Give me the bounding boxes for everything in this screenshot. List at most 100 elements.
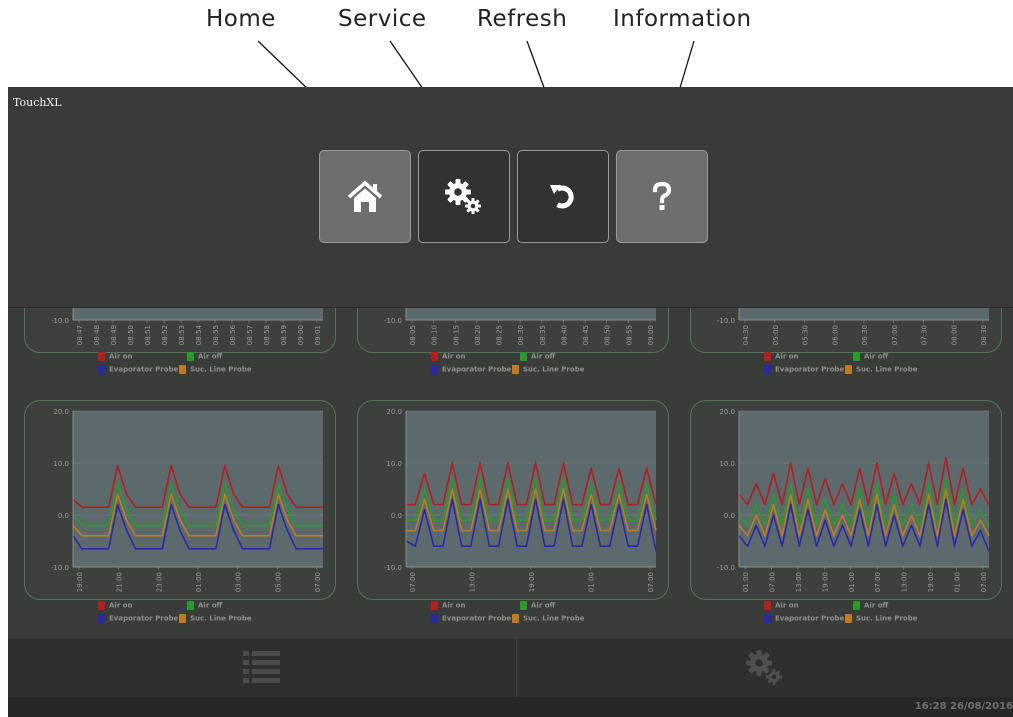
x-tick-label: 09:01 <box>314 325 322 345</box>
refresh-button[interactable] <box>517 150 609 243</box>
x-tick-label: 01:00 <box>195 572 203 592</box>
home-button[interactable] <box>319 150 411 243</box>
list-icon <box>243 651 280 683</box>
x-tick-label: 19:00 <box>76 572 84 592</box>
x-tick-label: 08:30 <box>517 325 525 345</box>
x-tick-label: 05:00 <box>772 325 780 345</box>
x-tick-label: 05:30 <box>802 325 810 345</box>
legend-air-on: Air on <box>431 352 466 361</box>
x-tick-label: 07:00 <box>891 325 899 345</box>
chart-6: 20.0 10.0 0.0 -10.0 01:00 07:00 13:00 19:00 01:0… <box>717 408 990 592</box>
y-tick-label: -10.0 <box>717 317 735 325</box>
x-tick-label: 08:25 <box>496 325 504 345</box>
chart-legend-2: Air on Air off Evaporator Probe Suc. Lin… <box>431 352 611 376</box>
service-button[interactable] <box>418 150 510 243</box>
x-tick-label: 01:00 <box>848 572 856 592</box>
x-tick-label: 09:00 <box>647 325 655 345</box>
x-tick-label: 08:49 <box>110 325 118 345</box>
x-tick-label: 08:57 <box>246 325 254 345</box>
x-tick-label: 07:00 <box>314 572 322 592</box>
gears-icon <box>746 650 782 685</box>
x-tick-label: 13:00 <box>469 572 477 592</box>
x-tick-label: 08:58 <box>263 325 271 345</box>
chart-legend-6: Air on Air off Evaporator Probe Suc. Lin… <box>764 601 944 625</box>
x-tick-label: 13:00 <box>901 572 909 592</box>
legend-air-on: Air on <box>98 601 133 610</box>
legend-air-off: Air off <box>853 352 888 361</box>
x-tick-label: 19:00 <box>528 572 536 592</box>
x-tick-label: 08:00 <box>950 325 958 345</box>
refresh-icon <box>550 184 574 208</box>
status-bar: 16:28 26/08/2016 <box>8 697 1013 717</box>
chart-5: 20.0 10.0 0.0 -10.0 07:00 13:00 19:00 01:00 07:0… <box>384 408 657 592</box>
x-tick-label: 06:30 <box>861 325 869 345</box>
x-tick-label: 08:53 <box>178 325 186 345</box>
y-tick-label: 20.0 <box>719 408 735 416</box>
x-tick-label: 01:00 <box>588 572 596 592</box>
x-tick-label: 07:00 <box>647 572 655 592</box>
x-tick-label: 07:00 <box>409 572 417 592</box>
x-tick-label: 23:00 <box>155 572 163 592</box>
y-tick-label: -10.0 <box>717 564 735 572</box>
x-tick-label: 08:55 <box>212 325 220 345</box>
x-tick-label: 21:00 <box>116 572 124 592</box>
x-tick-label: 08:15 <box>452 325 460 345</box>
y-tick-label: 10.0 <box>719 460 735 468</box>
legend-evaporator: Evaporator Probe <box>98 365 178 374</box>
x-tick-label: 08:47 <box>76 325 84 345</box>
clock: 16:28 26/08/2016 <box>914 701 1013 712</box>
legend-evaporator: Evaporator Probe <box>98 614 178 623</box>
y-tick-label: 10.0 <box>386 460 402 468</box>
bottom-nav-bar <box>8 639 1013 697</box>
chart-legend-3: Air on Air off Evaporator Probe Suc. Lin… <box>764 352 944 376</box>
x-tick-label: 19:00 <box>821 572 829 592</box>
x-tick-label: 04:30 <box>742 325 750 345</box>
chart-legend-1: Air on Air off Evaporator Probe Suc. Lin… <box>98 352 278 376</box>
legend-suction: Suc. Line Probe <box>179 614 251 623</box>
x-tick-label: 05:00 <box>274 572 282 592</box>
legend-air-off: Air off <box>187 601 222 610</box>
x-tick-label: 13:00 <box>795 572 803 592</box>
x-tick-label: 08:35 <box>539 325 547 345</box>
legend-air-on: Air on <box>764 352 799 361</box>
list-view-button[interactable] <box>8 639 516 697</box>
legend-suction: Suc. Line Probe <box>845 614 917 623</box>
x-tick-label: 08:40 <box>560 325 568 345</box>
x-tick-label: 08:54 <box>195 324 203 345</box>
x-tick-label: 08:50 <box>604 325 612 345</box>
x-tick-label: 09:00 <box>297 325 305 345</box>
y-tick-label: 20.0 <box>53 408 69 416</box>
x-tick-label: 19:00 <box>927 572 935 592</box>
device-screen: -10.0 08:47 08:48 08:49 08:50 08:51 08:52 08:53… <box>8 87 1013 717</box>
x-tick-label: 08:10 <box>431 325 439 345</box>
legend-suction: Suc. Line Probe <box>512 365 584 374</box>
x-tick-label: 08:56 <box>229 324 237 345</box>
x-tick-label: 01:00 <box>954 572 962 592</box>
x-tick-label: 08:55 <box>625 325 633 345</box>
app-title: TouchXL <box>13 96 62 109</box>
legend-air-on: Air on <box>764 601 799 610</box>
x-tick-label: 08:48 <box>93 325 101 345</box>
legend-suction: Suc. Line Probe <box>179 365 251 374</box>
legend-evaporator: Evaporator Probe <box>764 365 844 374</box>
chart-card-6[interactable]: 20.0 10.0 0.0 -10.0 01:00 07:00 13:00 19:00 01:0… <box>690 400 1002 600</box>
x-tick-label: 08:50 <box>127 325 135 345</box>
legend-air-off: Air off <box>853 601 888 610</box>
y-tick-label: 0.0 <box>724 512 735 520</box>
x-tick-label: 06:00 <box>831 325 839 345</box>
chart-card-4[interactable]: 20.0 10.0 0.0 -10.0 19:00 21:00 23:00 01:00 03:0… <box>24 400 336 600</box>
x-tick-label: 08:51 <box>144 325 152 345</box>
information-button[interactable] <box>616 150 708 243</box>
home-icon <box>347 180 383 212</box>
x-tick-label: 08:52 <box>161 325 169 345</box>
x-tick-label: 03:00 <box>235 572 243 592</box>
legend-air-off: Air off <box>520 601 555 610</box>
legend-air-off: Air off <box>520 352 555 361</box>
chart-card-5[interactable]: 20.0 10.0 0.0 -10.0 07:00 13:00 19:00 01:00 07:0… <box>357 400 669 600</box>
legend-air-on: Air on <box>431 601 466 610</box>
settings-nav-button[interactable] <box>517 639 1013 697</box>
legend-air-on: Air on <box>98 352 133 361</box>
y-tick-label: -10.0 <box>384 564 402 572</box>
legend-evaporator: Evaporator Probe <box>764 614 844 623</box>
x-tick-label: 01:00 <box>742 572 750 592</box>
